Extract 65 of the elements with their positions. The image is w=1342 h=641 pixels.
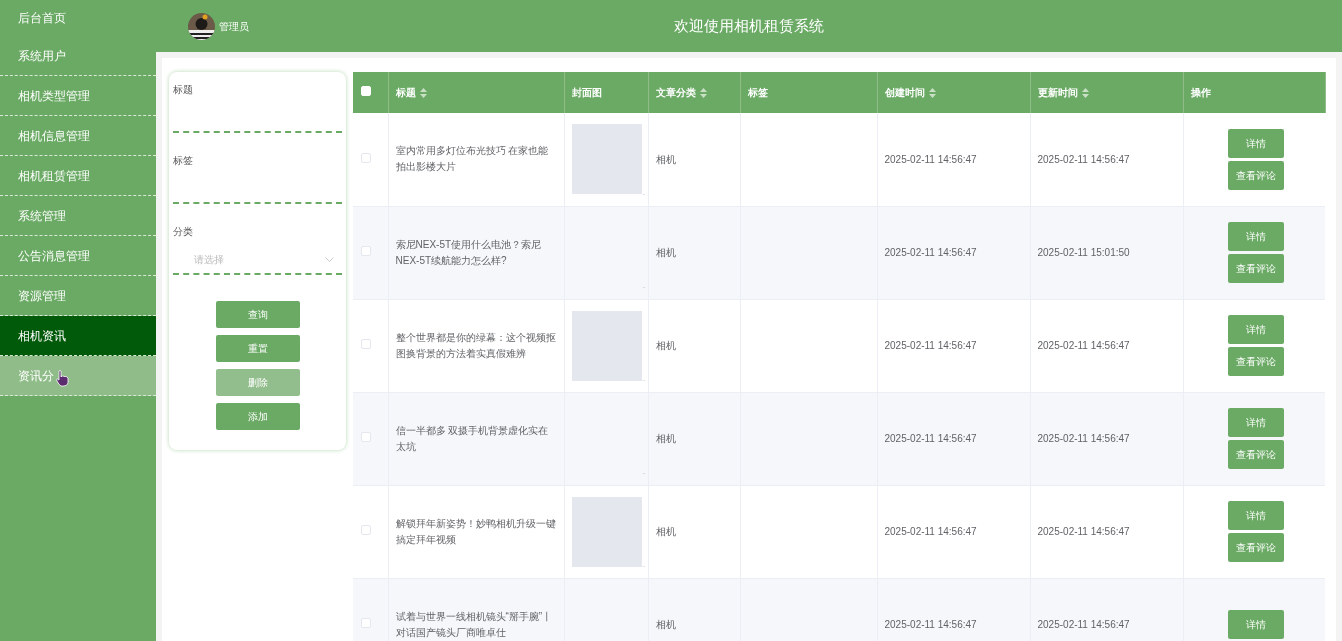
table-cell: 相机 bbox=[648, 578, 740, 641]
sidebar-item[interactable]: 相机租赁管理 bbox=[0, 156, 156, 196]
category-select[interactable]: 请选择 bbox=[173, 245, 342, 275]
row-action-button[interactable]: 详情 bbox=[1228, 128, 1285, 158]
avatar[interactable] bbox=[188, 12, 215, 40]
checkbox[interactable] bbox=[361, 152, 371, 163]
table-cell: 2025-02-11 14:56:47 bbox=[877, 578, 1030, 641]
table-cell: 2025-02-11 15:01:50 bbox=[1030, 206, 1183, 299]
sort-icon[interactable] bbox=[1081, 87, 1089, 98]
action-button[interactable]: 重置 bbox=[215, 335, 300, 362]
table-cell: 2025-02-11 14:56:47 bbox=[877, 392, 1030, 485]
table-cell: 解锁拜年新姿势！妙鸭相机升级一键搞定拜年视频 bbox=[388, 485, 564, 578]
table-cell: 2025-02-11 14:56:47 bbox=[877, 299, 1030, 392]
checkbox[interactable] bbox=[361, 618, 371, 628]
table-cell: 2025-02-11 14:56:47 bbox=[1030, 113, 1183, 206]
system-title: 欢迎使用相机租赁系统 bbox=[674, 15, 824, 36]
hand-cursor-icon bbox=[56, 370, 69, 387]
table-cell: 相机 bbox=[648, 299, 740, 392]
table-cell: 2025-02-11 14:56:47 bbox=[877, 113, 1030, 206]
row-action-button[interactable]: 详情 bbox=[1228, 610, 1285, 639]
table-cell: 室内常用多灯位布光技巧 在家也能拍出影楼大片 bbox=[388, 113, 564, 206]
table-cell: 相机 bbox=[648, 113, 740, 206]
field-label: 分类 bbox=[173, 225, 194, 239]
sort-icon[interactable] bbox=[928, 87, 936, 98]
table-cell: 相机 bbox=[648, 485, 740, 578]
field-label: 标题 bbox=[173, 83, 194, 97]
sidebar-item[interactable]: 相机信息管理 bbox=[0, 116, 156, 156]
table-cell: 2025-02-11 14:56:47 bbox=[877, 485, 1030, 578]
table-cell: 2025-02-11 14:56:47 bbox=[1030, 485, 1183, 578]
field-label: 标签 bbox=[173, 154, 194, 168]
table-cell: 相机 bbox=[648, 392, 740, 485]
table-cell: 2025-02-11 14:56:47 bbox=[1030, 299, 1183, 392]
row-action-button[interactable]: 查看评论 bbox=[1228, 254, 1285, 283]
sidebar-item[interactable]: 系统管理 bbox=[0, 196, 156, 236]
checkbox[interactable] bbox=[361, 246, 371, 256]
checkbox[interactable] bbox=[361, 339, 371, 349]
row-action-button[interactable]: 详情 bbox=[1228, 315, 1285, 344]
checkbox[interactable] bbox=[361, 525, 371, 535]
sort-icon[interactable] bbox=[419, 87, 427, 98]
action-button[interactable]: 查询 bbox=[215, 301, 300, 328]
row-action-button[interactable]: 查看评论 bbox=[1228, 533, 1285, 562]
sort-icon[interactable] bbox=[699, 87, 707, 98]
checkbox[interactable] bbox=[361, 432, 371, 442]
row-action-button[interactable]: 查看评论 bbox=[1228, 440, 1285, 469]
table-cell: 整个世界都是你的绿幕：这个视频抠图换背景的方法着实真假难辨 bbox=[388, 299, 564, 392]
sidebar-item[interactable]: 资讯分 bbox=[0, 356, 156, 396]
sidebar-item[interactable]: 相机类型管理 bbox=[0, 76, 156, 116]
sidebar-item[interactable]: 公告消息管理 bbox=[0, 236, 156, 276]
table-cell: 试着与世界一线相机镜头“掰手腕”丨对话国产镜头厂商唯卓仕 bbox=[388, 578, 564, 641]
sidebar-item[interactable]: 相机资讯 bbox=[0, 316, 156, 356]
table-cell: 2025-02-11 14:56:47 bbox=[877, 206, 1030, 299]
row-action-button[interactable]: 查看评论 bbox=[1228, 160, 1285, 190]
user-name: 管理员 bbox=[219, 19, 249, 34]
row-action-button[interactable]: 查看评论 bbox=[1228, 347, 1285, 376]
table-cell: 2025-02-11 14:56:47 bbox=[1030, 578, 1183, 641]
row-action-button[interactable]: 详情 bbox=[1228, 222, 1285, 251]
row-action-button[interactable]: 详情 bbox=[1228, 501, 1285, 530]
sidebar-item[interactable]: 后台首页 bbox=[0, 0, 156, 36]
table-cell: 索尼NEX-5T使用什么电池？索尼NEX-5T续航能力怎么样? bbox=[388, 206, 564, 299]
row-action-button[interactable]: 详情 bbox=[1228, 408, 1285, 437]
table-cell: 信一半都多 双摄手机背景虚化实在太坑 bbox=[388, 392, 564, 485]
table-cell: 相机 bbox=[648, 206, 740, 299]
chevron-down-icon bbox=[325, 256, 334, 262]
table-cell: 2025-02-11 14:56:47 bbox=[1030, 392, 1183, 485]
action-button[interactable]: 添加 bbox=[215, 403, 300, 430]
